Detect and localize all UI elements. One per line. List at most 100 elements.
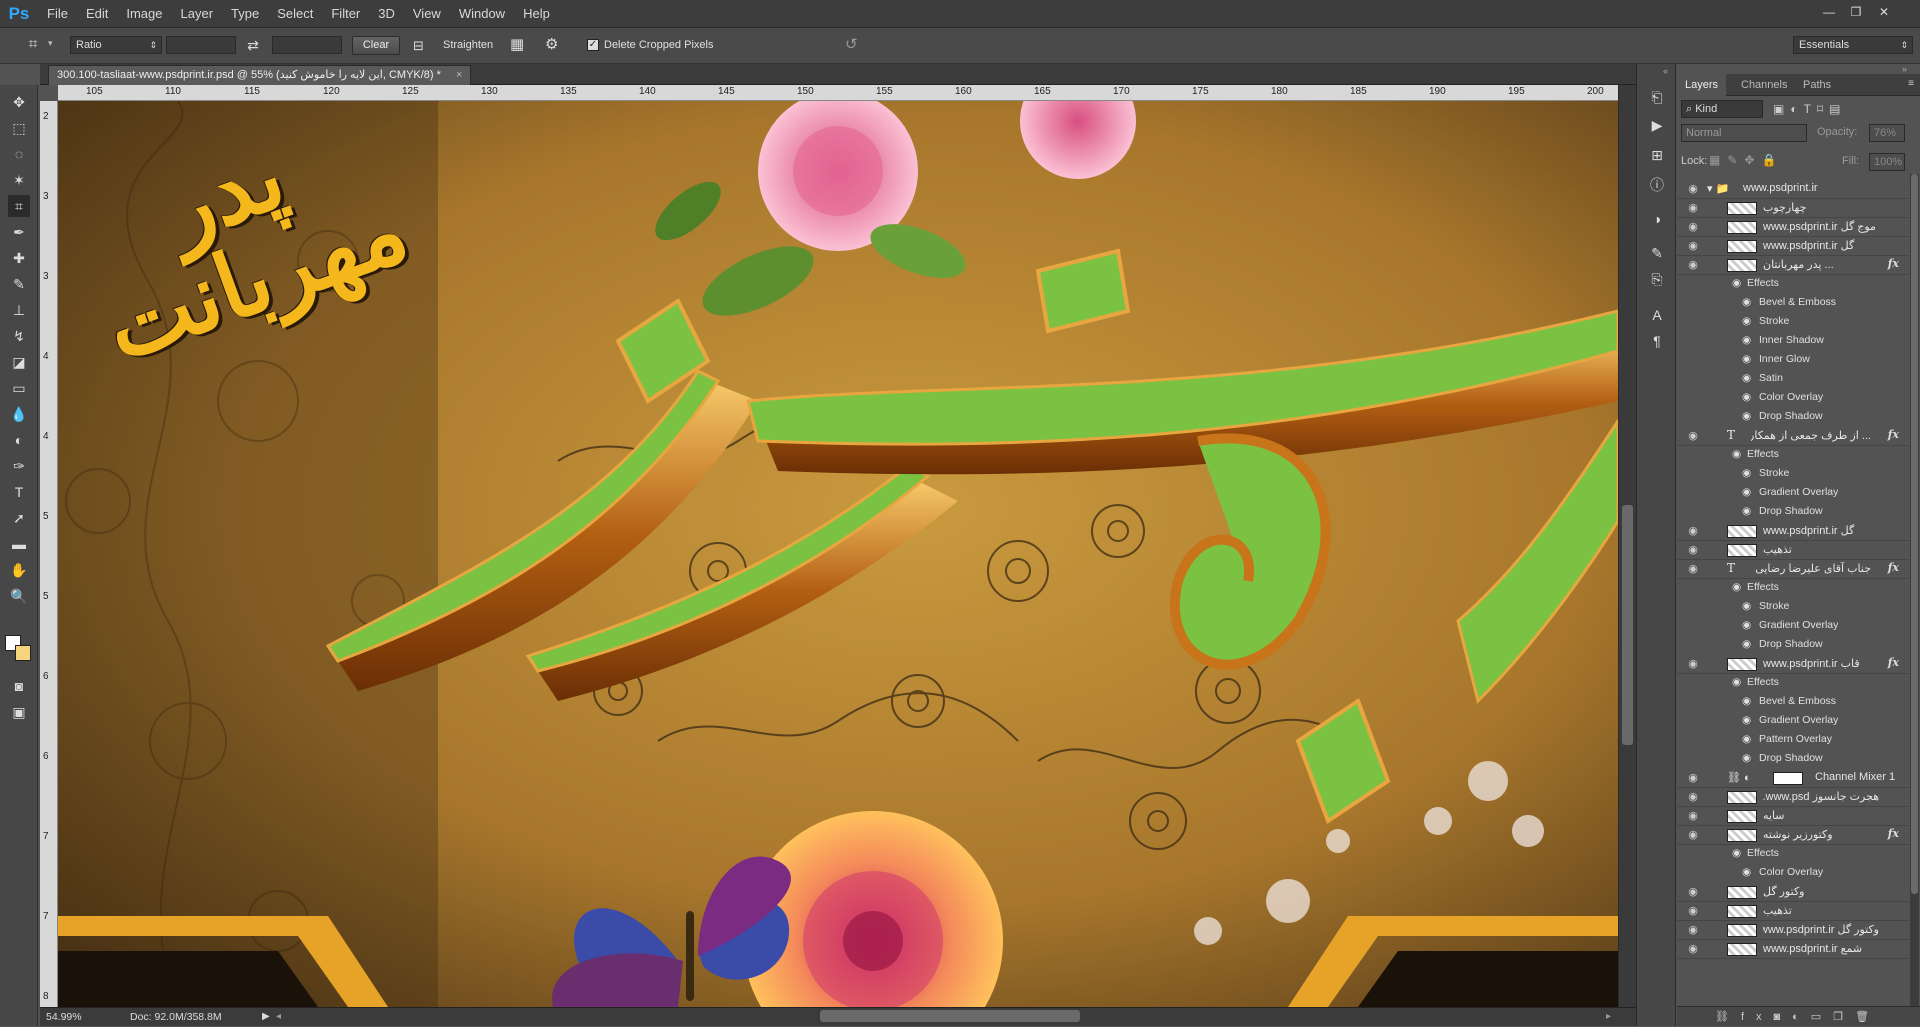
effects-visibility-icon[interactable]: ◉ [1732, 676, 1741, 688]
healing-brush-icon[interactable]: ✚ [8, 247, 30, 269]
layer-effect-row[interactable]: ◉ Stroke [1677, 465, 1909, 484]
folder-icon[interactable]: ▾ 📁 [1707, 182, 1729, 195]
effect-visibility-icon[interactable]: ◉ [1742, 410, 1751, 422]
menu-file[interactable]: File [38, 0, 77, 28]
straighten-icon[interactable]: ⊟ [413, 37, 431, 55]
background-color-swatch[interactable] [15, 645, 31, 661]
layer-thumbnail[interactable] [1727, 886, 1757, 899]
tab-layers[interactable]: Layers [1677, 74, 1727, 96]
panel-menu-icon[interactable]: ≡ [1908, 78, 1914, 89]
collapse-panel-icon[interactable]: » [1902, 64, 1907, 74]
visibility-eye-icon[interactable] [1686, 334, 1700, 348]
layer-effects-row[interactable]: ◉ Effects [1677, 446, 1909, 465]
blur-tool-icon[interactable]: 💧 [8, 403, 30, 425]
layer-row[interactable]: ◉ T جناب آقای علیرضا رضایی fx [1677, 560, 1909, 579]
layer-thumbnail[interactable] [1727, 259, 1757, 272]
layer-row[interactable]: ◉ گل www.psdprint.ir [1677, 237, 1909, 256]
visibility-eye-icon[interactable] [1686, 410, 1700, 424]
effect-visibility-icon[interactable]: ◉ [1742, 752, 1751, 764]
layer-effects-row[interactable]: ◉ Effects [1677, 579, 1909, 598]
visibility-eye-icon[interactable]: ◉ [1686, 657, 1700, 671]
visibility-eye-icon[interactable] [1686, 296, 1700, 310]
visibility-eye-icon[interactable] [1686, 277, 1700, 291]
menu-window[interactable]: Window [450, 0, 514, 28]
fx-icon[interactable]: fx [1888, 827, 1899, 840]
effects-visibility-icon[interactable]: ◉ [1732, 277, 1741, 289]
visibility-eye-icon[interactable]: ◉ [1686, 828, 1700, 842]
properties-panel-icon[interactable]: ⊞ [1646, 144, 1668, 166]
menu-3d[interactable]: 3D [369, 0, 404, 28]
effect-visibility-icon[interactable]: ◉ [1742, 600, 1751, 612]
menu-view[interactable]: View [404, 0, 450, 28]
effects-visibility-icon[interactable]: ◉ [1732, 847, 1741, 859]
visibility-eye-icon[interactable]: ◉ [1686, 923, 1700, 937]
visibility-eye-icon[interactable]: ◉ [1686, 543, 1700, 557]
visibility-eye-icon[interactable] [1686, 695, 1700, 709]
status-menu-arrow-icon[interactable]: ▶ [262, 1011, 270, 1022]
eraser-icon[interactable]: ◪ [8, 351, 30, 373]
reset-icon[interactable]: ↺ [845, 35, 865, 55]
visibility-eye-icon[interactable]: ◉ [1686, 239, 1700, 253]
layer-effect-row[interactable]: ◉ Inner Glow [1677, 351, 1909, 370]
brush-panel-icon[interactable]: ✎ [1646, 242, 1668, 264]
visibility-eye-icon[interactable] [1686, 486, 1700, 500]
menu-select[interactable]: Select [268, 0, 322, 28]
menu-help[interactable]: Help [514, 0, 559, 28]
layer-thumbnail[interactable] [1727, 810, 1757, 823]
ratio-select[interactable]: Ratio ⇕ [70, 36, 162, 54]
visibility-eye-icon[interactable]: ◉ [1686, 942, 1700, 956]
layer-row[interactable]: ◉ ... پدر مهربانتان fx [1677, 256, 1909, 275]
filter-icons[interactable]: ▣◐T⌑▤ [1773, 102, 1846, 116]
visibility-eye-icon[interactable] [1686, 752, 1700, 766]
chevron-down-icon[interactable]: ▾ [48, 38, 53, 49]
layer-effect-row[interactable]: ◉ Color Overlay [1677, 864, 1909, 883]
fx-icon[interactable]: fx [1888, 257, 1899, 270]
layer-thumbnail[interactable] [1727, 924, 1757, 937]
clone-source-icon[interactable]: ⎘ [1646, 268, 1668, 290]
layer-effect-row[interactable]: ◉ Bevel & Emboss [1677, 294, 1909, 313]
layer-effect-row[interactable]: ◉ Satin [1677, 370, 1909, 389]
visibility-eye-icon[interactable]: ◉ [1686, 258, 1700, 272]
layers-footer-icons[interactable]: ⛓fx◙◐▭❐🗑 [1677, 1006, 1920, 1026]
effect-visibility-icon[interactable]: ◉ [1742, 619, 1751, 631]
gradient-tool-icon[interactable]: ▭ [8, 377, 30, 399]
document-tab[interactable]: 300.100-tasliaat-www.psdprint.ir.psd @ 5… [48, 65, 472, 85]
type-tool-icon[interactable]: T [8, 481, 30, 503]
menu-image[interactable]: Image [117, 0, 171, 28]
layer-row[interactable]: ◉ موج گل www.psdprint.ir [1677, 218, 1909, 237]
visibility-eye-icon[interactable]: ◉ [1686, 809, 1700, 823]
visibility-eye-icon[interactable] [1686, 391, 1700, 405]
zoom-level[interactable]: 54.99% [46, 1011, 82, 1023]
layer-effect-row[interactable]: ◉ Inner Shadow [1677, 332, 1909, 351]
paragraph-panel-icon[interactable]: ¶ [1646, 330, 1668, 352]
document-canvas[interactable]: پدر مهربانت [58, 101, 1618, 1007]
menu-edit[interactable]: Edit [77, 0, 117, 28]
visibility-eye-icon[interactable] [1686, 714, 1700, 728]
effect-visibility-icon[interactable]: ◉ [1742, 695, 1751, 707]
pen-tool-icon[interactable]: ✑ [8, 455, 30, 477]
straighten-label[interactable]: Straighten [443, 39, 493, 51]
menu-filter[interactable]: Filter [322, 0, 369, 28]
layers-scrollbar-thumb[interactable] [1911, 174, 1918, 894]
delete-cropped-checkbox[interactable]: ✓ [587, 39, 599, 51]
screen-mode-icon[interactable]: ▣ [8, 701, 30, 723]
zoom-tool-icon[interactable]: 🔍 [8, 585, 30, 607]
effect-visibility-icon[interactable]: ◉ [1742, 334, 1751, 346]
info-panel-icon[interactable]: ⓘ [1646, 174, 1668, 196]
blend-mode-select[interactable]: Normal [1681, 124, 1807, 142]
visibility-eye-icon[interactable]: ◉ [1686, 771, 1700, 785]
layers-scrollbar[interactable] [1910, 174, 1919, 1006]
layer-effects-row[interactable]: ◉ Effects [1677, 674, 1909, 693]
move-tool-icon[interactable]: ✥ [8, 91, 30, 113]
layer-effect-row[interactable]: ◉ Drop Shadow [1677, 503, 1909, 522]
layer-row[interactable]: ◉ شمع www.psdprint.ir [1677, 940, 1909, 959]
marquee-tool-icon[interactable]: ⬚ [8, 117, 30, 139]
vertical-scrollbar[interactable] [1618, 85, 1636, 1007]
layer-effect-row[interactable]: ◉ Drop Shadow [1677, 636, 1909, 655]
layer-row[interactable]: ◉ هجرت جانسوز www.psd... [1677, 788, 1909, 807]
crop-height-input[interactable] [272, 36, 342, 54]
effect-visibility-icon[interactable]: ◉ [1742, 638, 1751, 650]
effect-visibility-icon[interactable]: ◉ [1742, 296, 1751, 308]
visibility-eye-icon[interactable] [1686, 372, 1700, 386]
swap-icon[interactable]: ⇄ [244, 36, 262, 54]
